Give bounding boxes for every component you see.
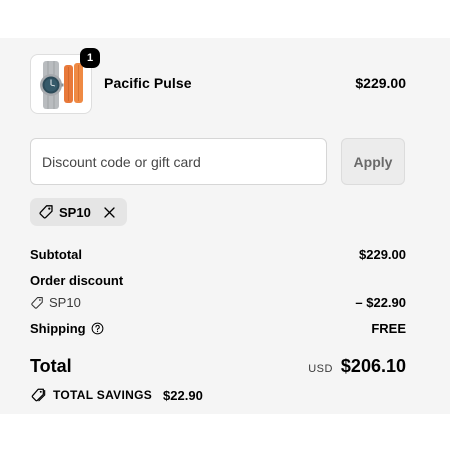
product-name: Pacific Pulse (104, 75, 192, 91)
total-label: Total (30, 356, 72, 376)
order-summary-panel: 1 Pacific Pulse $229.00 Apply SP10 Subto… (0, 38, 450, 414)
discount-code-input[interactable] (30, 138, 327, 185)
quantity-badge: 1 (80, 48, 100, 68)
shipping-label: Shipping (30, 321, 86, 336)
total-amount-wrap: USD $206.10 (308, 356, 406, 377)
shipping-label-wrap: Shipping (30, 321, 104, 336)
product-price: $229.00 (355, 75, 406, 91)
currency-code: USD (308, 363, 333, 375)
close-icon (104, 206, 115, 218)
discount-value: – $22.90 (355, 295, 406, 310)
tags-icon (31, 388, 46, 402)
total-savings-label: TOTAL SAVINGS (53, 388, 153, 402)
total-row: Total USD $206.10 (30, 356, 406, 377)
total-savings-amount: $22.90 (163, 387, 203, 403)
total-savings-row: TOTAL SAVINGS $22.90 (30, 387, 203, 403)
shipping-value: FREE (371, 321, 406, 336)
apply-button[interactable]: Apply (341, 138, 405, 185)
tag-icon (39, 205, 53, 219)
remove-discount-button[interactable] (102, 204, 118, 220)
discount-code-row: SP10 – $22.90 (30, 295, 406, 310)
subtotal-value: $229.00 (359, 247, 406, 262)
help-circle-icon[interactable] (91, 322, 104, 335)
subtotal-label: Subtotal (30, 247, 82, 262)
product-thumbnail-wrap: 1 (30, 48, 100, 114)
line-item: 1 Pacific Pulse $229.00 (30, 48, 406, 114)
applied-code-label: SP10 (59, 204, 91, 220)
order-discount-label: Order discount (30, 273, 124, 288)
order-discount-row: Order discount (30, 273, 406, 288)
tag-icon (31, 296, 43, 309)
shipping-row: Shipping FREE (30, 321, 406, 336)
discount-code-text: SP10 (49, 295, 81, 310)
applied-discount-chip: SP10 (30, 198, 127, 226)
discount-code-line: SP10 (30, 295, 81, 310)
total-amount: $206.10 (340, 356, 406, 376)
subtotal-row: Subtotal $229.00 (30, 247, 406, 262)
